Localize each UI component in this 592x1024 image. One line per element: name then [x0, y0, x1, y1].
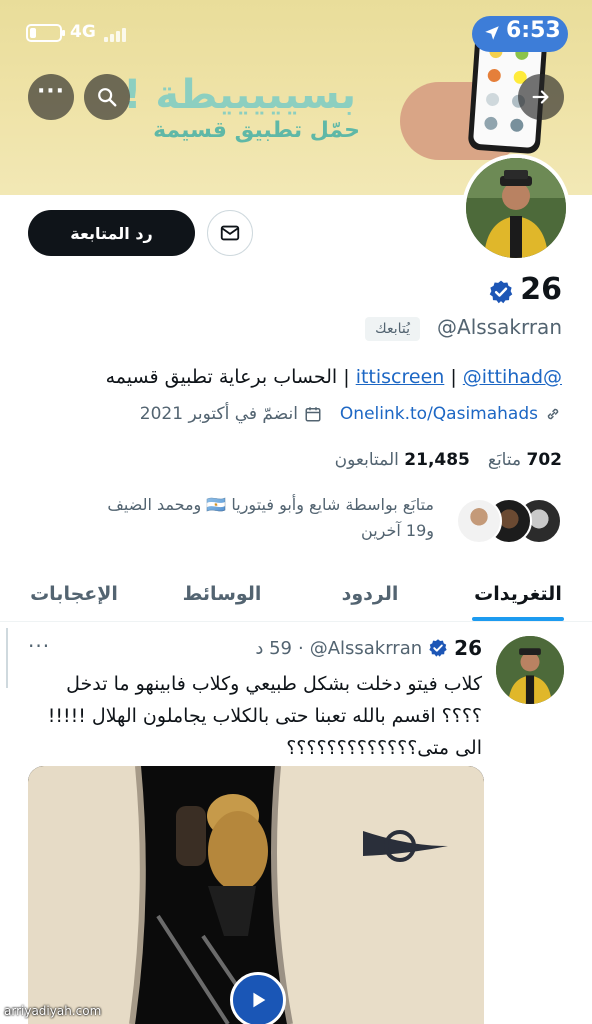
tab-likes[interactable]: الإعجابات — [0, 566, 148, 621]
back-button[interactable] — [518, 74, 564, 120]
battery-icon — [26, 24, 65, 42]
clock: 6:53 — [506, 18, 561, 43]
avatar-image — [496, 636, 564, 704]
bio-separator: | — [337, 366, 356, 388]
followed-by-line: و19 آخرين — [361, 521, 434, 540]
followers-stat[interactable]: 21,485 المتابعون — [335, 450, 470, 470]
more-horizontal-icon: ··· — [36, 79, 66, 104]
following-label: متابَع — [487, 450, 522, 470]
play-button[interactable] — [230, 972, 286, 1024]
verified-badge-icon — [429, 639, 447, 657]
avatar — [456, 498, 502, 544]
following-count: 702 — [526, 450, 563, 470]
thread-line — [6, 628, 8, 688]
calendar-icon — [305, 407, 321, 422]
tweet-separator: · — [297, 637, 304, 659]
profile-meta: انضمّ في أكتوبر 2021 Onelink.to/Qasimaha… — [140, 404, 562, 424]
follow-stats: 702 متابَع 21,485 المتابعون — [335, 450, 562, 470]
verified-badge-icon — [489, 280, 513, 304]
website-url[interactable]: Onelink.to/Qasimahads — [340, 404, 538, 424]
tweet-header: 26 @Alssakrran · 59 د — [255, 636, 482, 660]
followed-by[interactable]: متابَع بواسطة شايع وأبو فيتوريا 🇦🇷 ومحمد… — [107, 492, 562, 554]
bio-separator: | — [444, 366, 463, 388]
tweet-more-button[interactable]: ··· — [28, 636, 50, 656]
banner-subtitle: حمّل تطبيق قسيمة — [153, 118, 360, 143]
display-name: 26 — [520, 272, 562, 307]
joined-label: انضمّ في أكتوبر 2021 — [139, 404, 298, 424]
tweet-text: كلاب فيتو دخلت بشكل طبيعي وكلاب فابينهو … — [47, 673, 482, 759]
followers-count: 21,485 — [404, 450, 470, 470]
banner-title: بسيييييطة ! — [123, 72, 356, 118]
status-bar: 4G 6:53 — [0, 0, 592, 64]
tweet-handle: @Alssakrran — [309, 637, 423, 659]
location-arrow-icon — [485, 26, 499, 40]
tweet-author-name[interactable]: 26 — [454, 636, 482, 660]
profile-avatar[interactable] — [462, 154, 570, 262]
watermark: arriyadiyah.com — [4, 1004, 102, 1018]
followed-by-text: متابَع بواسطة شايع وأبو فيتوريا 🇦🇷 ومحمد… — [34, 492, 434, 544]
link-icon — [547, 408, 559, 420]
website-link[interactable]: Onelink.to/Qasimahads — [340, 404, 562, 424]
tab-tweets[interactable]: التغريدات — [444, 566, 592, 621]
tweet-time[interactable]: 59 د — [255, 638, 292, 659]
followed-by-avatars — [452, 498, 562, 544]
tab-media[interactable]: الوسائط — [148, 566, 296, 621]
followed-by-line: متابَع بواسطة شايع وأبو فيتوريا 🇦🇷 ومحمد… — [107, 495, 434, 514]
profile-tabs: التغريدات الردود الوسائط الإعجابات — [0, 566, 592, 622]
signal-icon — [104, 26, 128, 42]
tab-replies[interactable]: الردود — [296, 566, 444, 621]
follows-you-badge: يُتابعك — [365, 317, 420, 341]
avatar-image — [466, 158, 566, 258]
profile-bio: @ittiscreen | @ittihad | الحساب برعاية ت… — [106, 366, 562, 388]
profile-handle: @Alssakrran — [437, 315, 562, 339]
follow-back-button[interactable]: رد المتابعة — [28, 210, 195, 256]
followers-label: المتابعون — [334, 450, 399, 470]
more-button[interactable]: ··· — [28, 74, 74, 120]
tweet-avatar[interactable] — [496, 636, 564, 704]
envelope-icon — [220, 225, 240, 241]
following-stat[interactable]: 702 متابَع — [488, 450, 562, 470]
arrow-right-icon — [532, 90, 549, 104]
bio-mention-ittihad[interactable]: @ittihad — [463, 366, 543, 388]
search-icon — [98, 88, 117, 107]
joined-date: انضمّ في أكتوبر 2021 — [140, 404, 322, 424]
play-icon — [253, 992, 266, 1008]
message-button[interactable] — [207, 210, 253, 256]
bio-text: الحساب برعاية تطبيق قسيمه — [105, 366, 338, 388]
network-label: 4G — [70, 22, 96, 42]
search-button[interactable] — [84, 74, 130, 120]
